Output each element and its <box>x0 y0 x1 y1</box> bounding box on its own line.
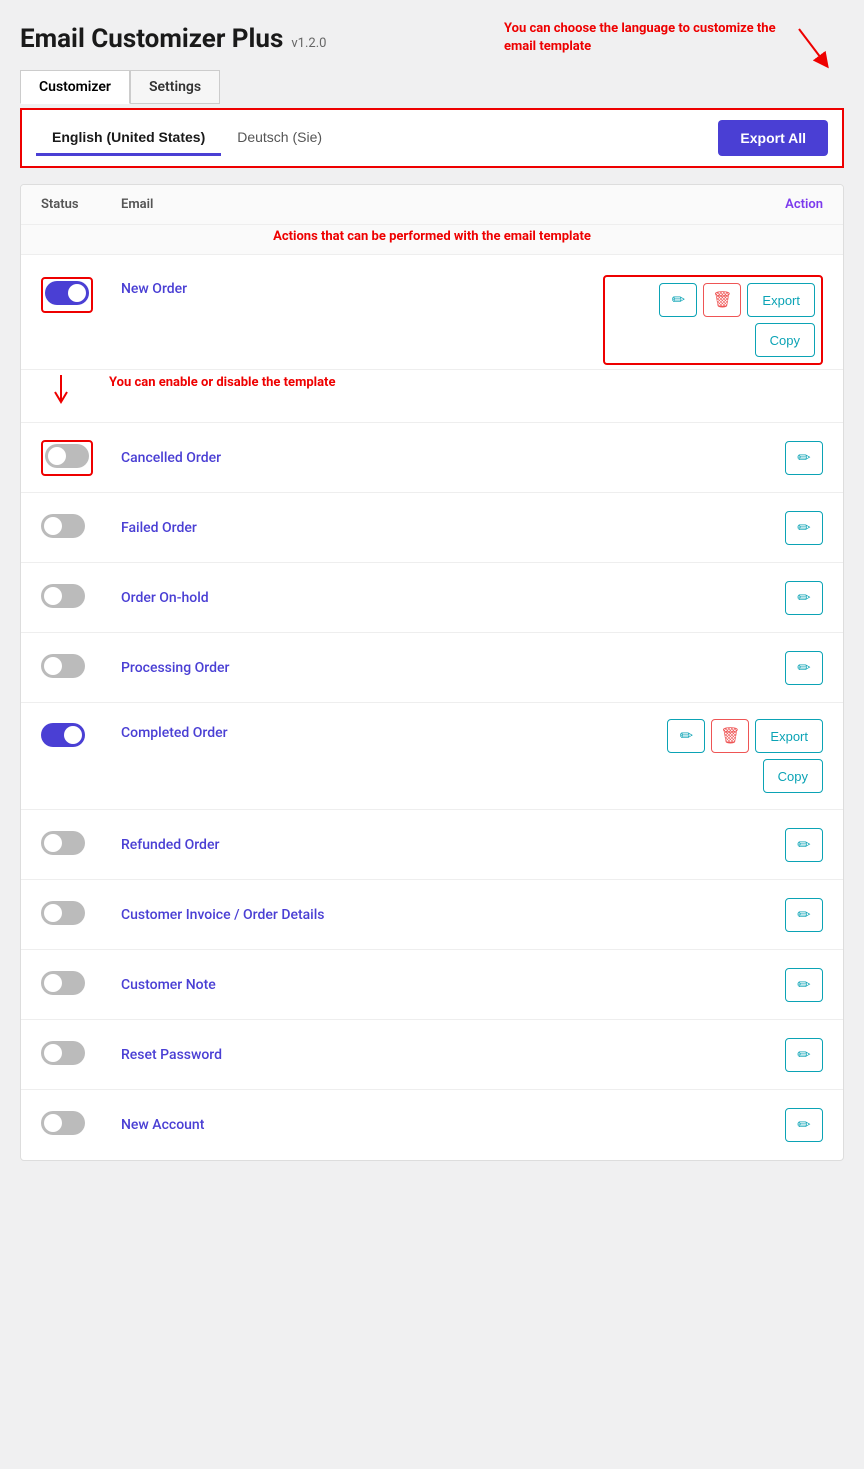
col-header-email: Email <box>121 197 603 212</box>
edit-button-new-order[interactable]: ✏ <box>659 283 697 317</box>
table-row: Cancelled Order ✏ <box>21 423 843 493</box>
delete-button-completed[interactable]: 🗑 <box>711 719 749 753</box>
edit-button-cancelled[interactable]: ✏ <box>785 441 823 475</box>
table-row: Completed Order ✏ 🗑 Export Copy <box>21 703 843 810</box>
table-row: Processing Order ✏ <box>21 633 843 703</box>
toggle-cancelled-annotated <box>41 440 93 476</box>
copy-button-completed[interactable]: Copy <box>763 759 823 793</box>
toggle-cancelled-order[interactable] <box>45 444 89 468</box>
export-all-button[interactable]: Export All <box>718 120 828 156</box>
edit-button-onhold[interactable]: ✏ <box>785 581 823 615</box>
table-row: Customer Note ✏ <box>21 950 843 1020</box>
email-name-invoice: Customer Invoice / Order Details <box>121 907 325 923</box>
toggle-new-account[interactable] <box>41 1111 85 1135</box>
table-row: New Account ✏ <box>21 1090 843 1160</box>
copy-button-new-order[interactable]: Copy <box>755 323 815 357</box>
toggle-order-onhold[interactable] <box>41 584 85 608</box>
tab-customizer[interactable]: Customizer <box>20 70 130 104</box>
edit-button-failed[interactable]: ✏ <box>785 511 823 545</box>
toggle-annotation-text: You can enable or disable the template <box>109 374 335 392</box>
lang-tab-english[interactable]: English (United States) <box>36 121 221 156</box>
tab-settings[interactable]: Settings <box>130 70 220 104</box>
toggle-refunded-order[interactable] <box>41 831 85 855</box>
table-row: Refunded Order ✏ <box>21 810 843 880</box>
email-name-onhold: Order On-hold <box>121 590 209 606</box>
actions-new-order-annotated: ✏ 🗑 Export Copy <box>603 275 823 365</box>
lang-tab-deutsch[interactable]: Deutsch (Sie) <box>221 121 338 156</box>
toggle-customer-invoice[interactable] <box>41 901 85 925</box>
lang-annotation-text: You can choose the language to customize… <box>504 20 786 56</box>
table-row: Order On-hold ✏ <box>21 563 843 633</box>
edit-button-account[interactable]: ✏ <box>785 1108 823 1142</box>
toggle-new-order[interactable] <box>45 281 89 305</box>
table-row: Reset Password ✏ <box>21 1020 843 1090</box>
email-name-cancelled: Cancelled Order <box>121 450 221 466</box>
edit-button-completed[interactable]: ✏ <box>667 719 705 753</box>
toggle-failed-order[interactable] <box>41 514 85 538</box>
email-name-completed: Completed Order <box>121 725 228 741</box>
toggle-processing-order[interactable] <box>41 654 85 678</box>
delete-button-new-order[interactable]: 🗑 <box>703 283 741 317</box>
email-name-failed: Failed Order <box>121 520 197 536</box>
table-row: New Order ✏ 🗑 Export Copy You can enable… <box>21 255 843 423</box>
top-nav-tabs: Customizer Settings <box>20 70 844 104</box>
edit-button-invoice[interactable]: ✏ <box>785 898 823 932</box>
toggle-customer-note[interactable] <box>41 971 85 995</box>
lang-export-row: English (United States) Deutsch (Sie) Ex… <box>20 108 844 168</box>
email-templates-card: Status Email Action Actions that can be … <box>20 184 844 1161</box>
toggle-reset-password[interactable] <box>41 1041 85 1065</box>
email-name-note: Customer Note <box>121 977 216 993</box>
export-button-completed[interactable]: Export <box>755 719 823 753</box>
col-header-action: Action <box>603 197 823 212</box>
toggle-annotation-arrow <box>41 370 101 410</box>
actions-annotation: Actions that can be performed with the e… <box>21 225 843 255</box>
col-header-status: Status <box>41 197 121 212</box>
lang-annotation-arrow <box>794 24 844 74</box>
page-title: Email Customizer Plus <box>20 24 283 54</box>
edit-button-note[interactable]: ✏ <box>785 968 823 1002</box>
email-name-processing: Processing Order <box>121 660 229 676</box>
email-name-account: New Account <box>121 1117 204 1133</box>
edit-button-processing[interactable]: ✏ <box>785 651 823 685</box>
version-badge: v1.2.0 <box>291 36 326 51</box>
email-name-refunded: Refunded Order <box>121 837 219 853</box>
lang-tabs: English (United States) Deutsch (Sie) <box>36 121 338 156</box>
edit-button-refunded[interactable]: ✏ <box>785 828 823 862</box>
table-header: Status Email Action <box>21 185 843 225</box>
toggle-new-order-annotated <box>41 277 93 313</box>
export-button-new-order[interactable]: Export <box>747 283 815 317</box>
table-row: Failed Order ✏ <box>21 493 843 563</box>
edit-button-reset[interactable]: ✏ <box>785 1038 823 1072</box>
email-name-new-order: New Order <box>121 281 187 297</box>
email-name-reset: Reset Password <box>121 1047 222 1063</box>
toggle-completed-order[interactable] <box>41 723 85 747</box>
table-row: Customer Invoice / Order Details ✏ <box>21 880 843 950</box>
